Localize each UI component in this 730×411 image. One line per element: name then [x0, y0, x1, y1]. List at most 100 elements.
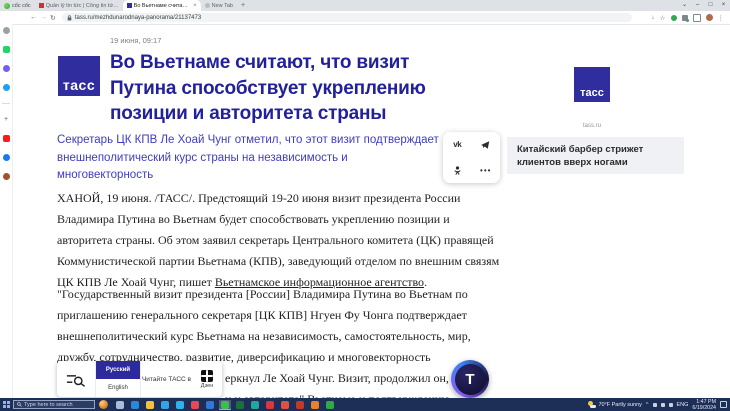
tass-widget-logo[interactable]: тасс	[574, 67, 610, 102]
title-line: Во Вьетнаме считают, что визит	[110, 50, 426, 76]
minimize-button[interactable]: –	[691, 0, 704, 11]
bookmark-star-icon[interactable]: ☆	[660, 14, 666, 22]
add-shortcut-button[interactable]: +	[4, 116, 8, 123]
taskbar-app-photos[interactable]	[204, 400, 216, 410]
viber-icon[interactable]	[3, 65, 10, 72]
maximize-button[interactable]: □	[704, 0, 717, 11]
taskbar-app-chrome[interactable]	[279, 400, 291, 410]
tray-expand-icon[interactable]: ^	[646, 402, 649, 408]
back-icon[interactable]: ←	[30, 14, 37, 21]
odnoklassniki-icon	[454, 166, 461, 175]
coc-coc-brand[interactable]: cốc cốc	[0, 3, 35, 9]
taskbar-clock[interactable]: 1:47 PM 6/19/2024	[692, 399, 716, 411]
network-icon[interactable]	[661, 403, 665, 407]
notification-center-icon[interactable]	[720, 401, 727, 408]
vk-share-button[interactable]: vk	[443, 132, 472, 158]
subtitle-line: внешнеполитический курс страны на незави…	[57, 150, 439, 168]
subtitle-line: Секретарь ЦК КПВ Ле Хоай Чунг отметил, ч…	[57, 132, 439, 150]
onedrive-icon[interactable]	[653, 403, 657, 407]
tass-favicon	[127, 3, 132, 8]
taskbar-app-orange-app[interactable]	[309, 400, 321, 410]
taskbar-app-coc-coc[interactable]	[219, 400, 231, 410]
profile-avatar[interactable]	[706, 14, 713, 21]
whatsapp-icon[interactable]	[3, 46, 10, 53]
tab-new-tab[interactable]: New Tab	[201, 0, 237, 11]
teal-app-icon	[251, 401, 259, 409]
language-option-english[interactable]: English	[96, 379, 140, 397]
taskbar-tray: 70°F Partly sunny ^ ENG 1:47 PM 6/19/202…	[588, 399, 730, 411]
share-panel: vk •••	[443, 132, 500, 183]
youtube-icon[interactable]	[3, 135, 10, 142]
tass-logo[interactable]: тасс	[58, 56, 100, 96]
coc-coc-icon	[221, 401, 229, 409]
adblock-extension-icon[interactable]	[671, 15, 677, 21]
search-placeholder: Type here to search	[24, 402, 73, 408]
photos-icon	[206, 401, 214, 409]
store-icon	[176, 401, 184, 409]
taskbar-app-teal-app[interactable]	[249, 400, 261, 410]
facebook-icon[interactable]	[3, 154, 10, 161]
taskbar-search-box[interactable]: Type here to search	[13, 400, 95, 409]
taskbar-app-excel[interactable]	[234, 400, 246, 410]
menu-icon[interactable]: ⋮	[718, 14, 725, 22]
read-tass-label: Читайте ТАСС в	[141, 361, 192, 397]
menu-search-icon	[66, 372, 86, 387]
browser-side-rail: +	[0, 24, 13, 401]
title-line: позиции и авторитета страны	[110, 101, 426, 127]
tab-search-icon[interactable]: ⌄	[678, 0, 691, 11]
profile-avatar[interactable]	[3, 173, 10, 180]
taskbar-app-opera[interactable]	[264, 400, 276, 410]
globe-favicon	[205, 3, 210, 8]
dzen-link[interactable]: Дзен	[192, 361, 222, 397]
window-controls: ⌄ – □ ×	[678, 0, 730, 11]
taskbar-app-store[interactable]	[174, 400, 186, 410]
close-button[interactable]: ×	[717, 0, 730, 11]
telegram-share-button[interactable]	[472, 132, 501, 158]
translate-floating-button[interactable]: T	[451, 360, 489, 398]
coc-coc-brand-label: cốc cốc	[12, 3, 31, 9]
windows-logo-icon	[3, 401, 10, 408]
forward-icon[interactable]: →	[40, 14, 47, 21]
taskbar-app-green-app[interactable]	[324, 400, 336, 410]
twitter-icon[interactable]	[3, 84, 10, 91]
taskbar-app-mail[interactable]	[159, 400, 171, 410]
side-panel-icon[interactable]	[693, 14, 701, 22]
new-tab-button[interactable]: +	[237, 2, 249, 9]
red-app-icon	[296, 401, 304, 409]
close-tab-icon[interactable]: ×	[193, 3, 197, 9]
download-icon[interactable]: ↓	[651, 14, 654, 21]
tab-title: Во Вьетнаме считают, что в...	[134, 3, 190, 9]
language-option-russian[interactable]: Русский	[96, 361, 140, 379]
title-line: Путина способствует укреплению	[110, 76, 426, 102]
start-button[interactable]	[0, 401, 13, 408]
taskbar-app-red-app[interactable]	[294, 400, 306, 410]
coc-coc-logo-icon	[4, 3, 10, 9]
taskbar-app-file-explorer[interactable]	[144, 400, 156, 410]
language-switcher: Русский English	[96, 361, 141, 397]
tab-news-admin[interactable]: Quản lý tin tức | Cổng tin tức...	[35, 0, 123, 11]
related-article-card[interactable]: Китайский барбер стрижет клиентов вверх …	[507, 137, 684, 174]
news-admin-favicon	[39, 3, 44, 8]
taskbar-mascot-icon[interactable]	[99, 400, 108, 409]
address-bar[interactable]: tass.ru/mezhdunarodnaya-panorama/2113747…	[62, 13, 632, 22]
partly-sunny-icon	[588, 401, 596, 408]
url-text: tass.ru/mezhdunarodnaya-panorama/2113747…	[75, 15, 201, 21]
tab-tass-article[interactable]: Во Вьетнаме считают, что в... ×	[123, 0, 201, 11]
more-share-button[interactable]: •••	[472, 158, 501, 184]
odnoklassniki-share-button[interactable]	[443, 158, 472, 184]
input-language-label[interactable]: ENG	[677, 402, 689, 408]
article-title: Во Вьетнаме считают, что визит Путина сп…	[110, 50, 426, 127]
body-line: авторитета страны. Об этом заявил секрет…	[57, 230, 499, 251]
history-icon[interactable]	[3, 27, 10, 34]
reload-icon[interactable]: ↻	[50, 14, 56, 22]
taskbar-app-task-view[interactable]	[114, 400, 126, 410]
excel-icon	[236, 401, 244, 409]
taskbar-app-edge[interactable]	[129, 400, 141, 410]
extensions-icon[interactable]	[682, 15, 688, 21]
body-line-partial: еркнул Ле Хоай Чунг. Визит, продолжил он…	[225, 368, 471, 389]
taskbar-app-media-app[interactable]	[189, 400, 201, 410]
volume-icon[interactable]	[669, 403, 673, 407]
article-date: 19 июня, 09:17	[110, 36, 161, 45]
widget-search-button[interactable]	[57, 361, 96, 397]
weather-widget[interactable]: 70°F Partly sunny	[588, 401, 641, 408]
